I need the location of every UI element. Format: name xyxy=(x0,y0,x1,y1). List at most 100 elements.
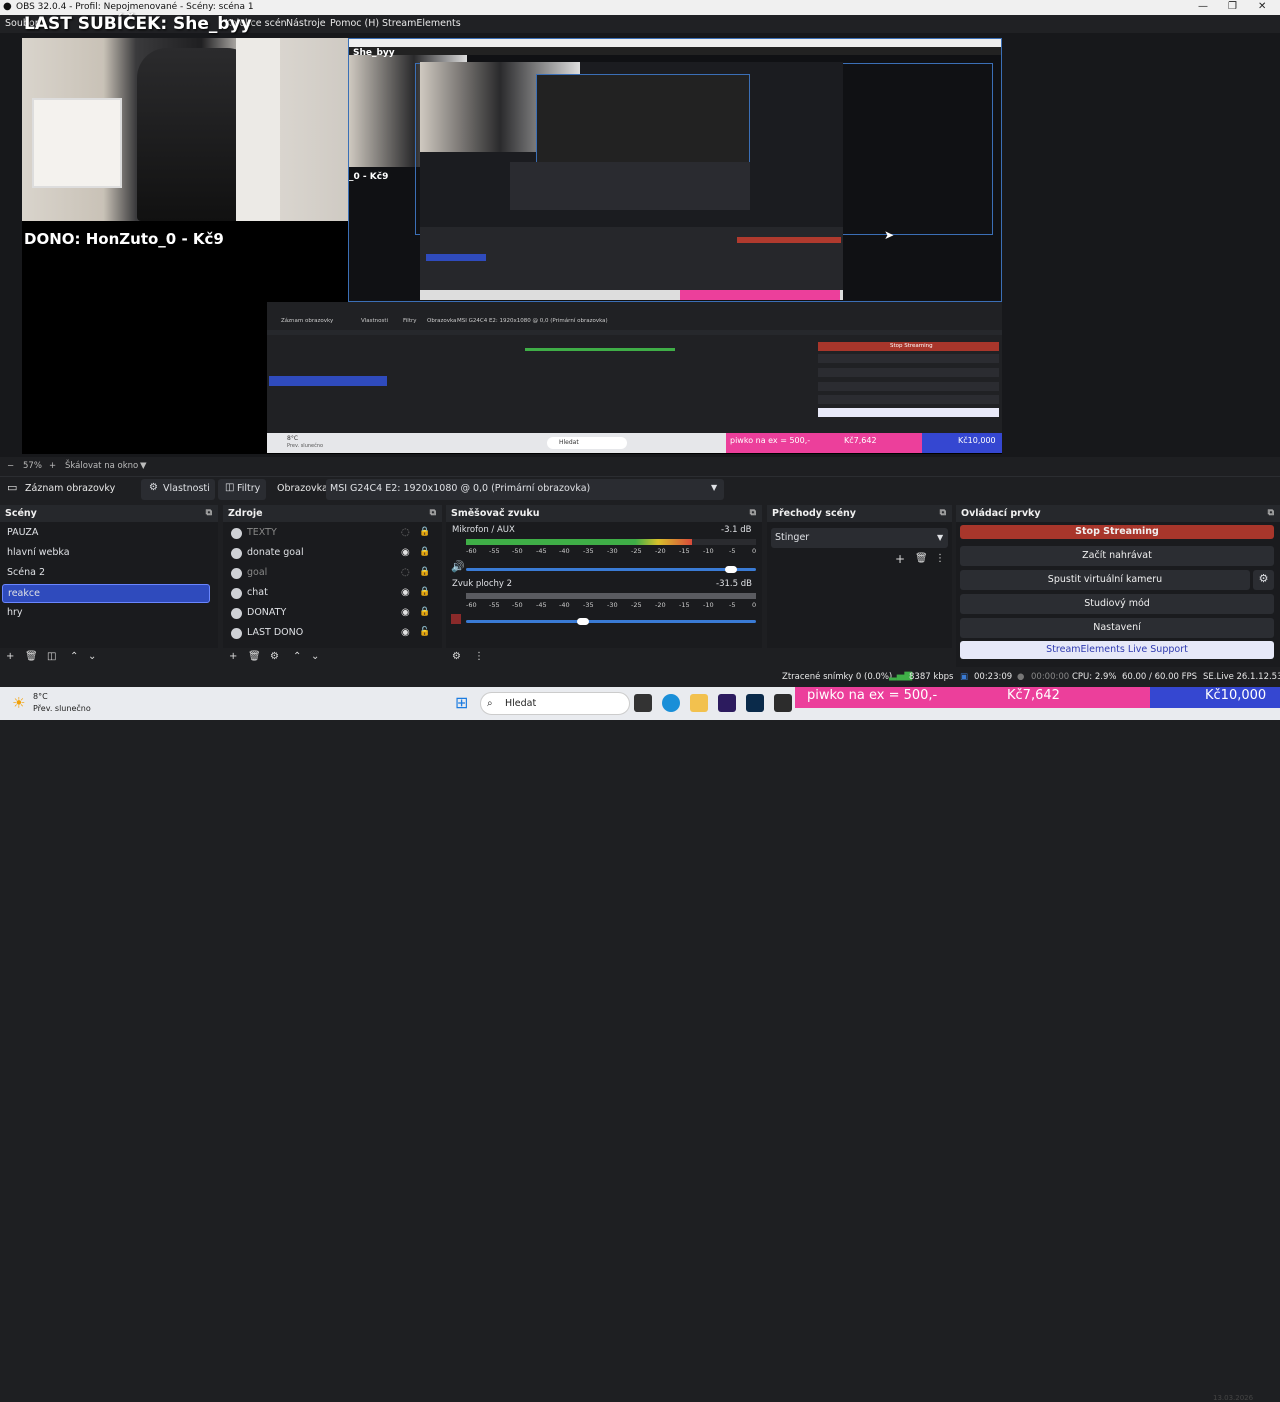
live-icon: ▣ xyxy=(960,672,969,682)
stop-streaming-button[interactable]: Stop Streaming xyxy=(960,525,1274,539)
lock-icon[interactable]: 🔒 xyxy=(419,607,430,617)
file-explorer-icon[interactable] xyxy=(690,694,708,712)
move-up-icon[interactable]: ⌃ xyxy=(70,651,78,662)
meter-fill xyxy=(466,539,693,545)
properties-button[interactable]: ⚙ Vlastnosti xyxy=(141,479,215,500)
volume-knob[interactable] xyxy=(724,566,737,573)
source-item[interactable]: TEXTY ◌ 🔒 xyxy=(227,524,437,544)
start-recording-button[interactable]: Začít nahrávat xyxy=(960,546,1274,566)
edge-icon[interactable] xyxy=(662,694,680,712)
trash-icon[interactable]: 🗑 xyxy=(248,651,261,662)
streamelements-support-button[interactable]: StreamElements Live Support xyxy=(960,641,1274,659)
transitions-title: Přechody scény xyxy=(772,508,856,519)
source-item[interactable]: LAST DONO ◉ 🔓 xyxy=(227,624,437,644)
close-button[interactable]: ✕ xyxy=(1258,1,1266,12)
scene-item[interactable]: hry xyxy=(2,604,210,623)
scale-tick: -20 xyxy=(655,547,666,555)
menu-streamelements[interactable]: StreamElements xyxy=(382,18,461,29)
dock-icon[interactable]: ⧉ xyxy=(750,508,756,518)
add-icon[interactable]: + xyxy=(895,552,905,566)
windows-start-icon[interactable]: ⊞ xyxy=(455,693,468,712)
filter-icon[interactable]: ◫ xyxy=(47,651,56,662)
webcam-window xyxy=(32,98,122,188)
app-icon[interactable] xyxy=(774,694,792,712)
dock-icon[interactable]: ⧉ xyxy=(430,508,436,518)
fps: 60.00 / 60.00 FPS xyxy=(1122,672,1198,682)
settings-button[interactable]: Nastavení xyxy=(960,618,1274,638)
menu-help[interactable]: Pomoc (H) xyxy=(330,18,379,29)
eye-icon[interactable]: ◉ xyxy=(401,587,410,598)
search-icon: ⌕ xyxy=(487,698,493,709)
audio-mixer-panel: Směšovač zvuku ⧉ Mikrofon / AUX -3.1 dB … xyxy=(446,505,762,667)
gear-icon[interactable]: ⚙ xyxy=(270,651,279,662)
virtual-camera-button[interactable]: Spustit virtuální kameru xyxy=(960,570,1250,590)
nested2-stop xyxy=(737,237,841,243)
nested-screen: Obrazovka xyxy=(427,318,457,324)
gear-icon[interactable]: ⚙ xyxy=(452,651,461,662)
volume-slider[interactable] xyxy=(466,618,756,625)
dock-icon[interactable]: ⧉ xyxy=(1268,508,1274,518)
filters-button[interactable]: ◫ Filtry xyxy=(218,479,266,500)
eye-icon[interactable]: ◉ xyxy=(401,607,410,618)
scene-item-selected[interactable]: reakce xyxy=(2,584,210,603)
add-icon[interactable]: + xyxy=(6,651,14,662)
move-down-icon[interactable]: ⌄ xyxy=(88,651,96,662)
nested-title: She_byy xyxy=(353,48,395,58)
virtual-camera-settings-gear-icon[interactable]: ⚙ xyxy=(1253,570,1274,590)
lock-icon[interactable]: 🔒 xyxy=(419,547,430,557)
scale-mode-dropdown-icon[interactable]: ▼ xyxy=(140,461,147,471)
browser-source-icon xyxy=(231,588,242,599)
unlock-icon[interactable]: 🔓 xyxy=(419,627,430,637)
scale-tick: -40 xyxy=(559,547,570,555)
photoshop-icon[interactable] xyxy=(746,694,764,712)
eye-icon[interactable]: ◉ xyxy=(401,547,410,558)
trash-icon[interactable]: 🗑 xyxy=(25,651,38,662)
stop-streaming-label: Stop Streaming xyxy=(1075,526,1159,537)
eye-icon[interactable]: ◉ xyxy=(401,627,410,638)
nested-donate-text: piwko na ex = 500,- xyxy=(730,436,811,445)
mouse-cursor-icon: ➤ xyxy=(884,228,895,242)
lock-icon[interactable]: 🔒 xyxy=(419,567,430,577)
more-icon[interactable]: ⋮ xyxy=(935,553,945,564)
scene-item[interactable]: hlavní webka xyxy=(2,544,210,563)
donation-goal-bar: piwko na ex = 500,- Kč7,642 Kč10,000 xyxy=(795,687,1280,708)
source-item[interactable]: chat ◉ 🔒 xyxy=(227,584,437,604)
lock-icon[interactable]: 🔒 xyxy=(419,527,430,537)
premiere-icon[interactable] xyxy=(718,694,736,712)
eye-hidden-icon[interactable]: ◌ xyxy=(401,567,410,578)
sources-list: TEXTY ◌ 🔒 donate goal ◉ 🔒 goal ◌ 🔒 chat … xyxy=(223,522,442,648)
dock-icon[interactable]: ⧉ xyxy=(206,508,212,518)
move-up-icon[interactable]: ⌃ xyxy=(293,651,301,662)
more-icon[interactable]: ⋮ xyxy=(474,651,484,662)
volume-knob[interactable] xyxy=(577,618,590,625)
studio-mode-button[interactable]: Studiový mód xyxy=(960,594,1274,614)
move-down-icon[interactable]: ⌄ xyxy=(311,651,319,662)
add-icon[interactable]: + xyxy=(229,651,237,662)
source-item[interactable]: donate goal ◉ 🔒 xyxy=(227,544,437,564)
scale-tick: -55 xyxy=(489,547,500,555)
maximize-button[interactable]: ❐ xyxy=(1228,1,1237,12)
transition-select[interactable]: Stinger ▼ xyxy=(771,528,948,548)
source-item[interactable]: DONATY ◉ 🔒 xyxy=(227,604,437,624)
trash-icon[interactable]: 🗑 xyxy=(915,553,928,564)
lock-icon[interactable]: 🔒 xyxy=(419,587,430,597)
speaker-icon[interactable]: 🔊 xyxy=(451,560,465,573)
scale-mode[interactable]: Škálovat na okno xyxy=(65,461,138,471)
zoom-out-button[interactable]: − xyxy=(7,461,14,471)
taskbar-search[interactable]: ⌕ Hledat xyxy=(480,692,630,715)
controls-body: Stop Streaming Začít nahrávat Spustit vi… xyxy=(956,522,1280,667)
scene-item[interactable]: PAUZA xyxy=(2,524,210,543)
eye-hidden-icon[interactable]: ◌ xyxy=(401,527,410,538)
scale-tick: -20 xyxy=(655,601,666,609)
volume-slider[interactable] xyxy=(466,566,756,573)
source-item[interactable]: goal ◌ 🔒 xyxy=(227,564,437,584)
display-select[interactable]: MSI G24C4 E2: 1920x1080 @ 0,0 (Primární … xyxy=(326,479,724,500)
task-view-icon[interactable] xyxy=(634,694,652,712)
dock-icon[interactable]: ⧉ xyxy=(940,508,946,518)
channel-meter xyxy=(466,593,756,599)
zoom-in-button[interactable]: + xyxy=(49,461,56,471)
menu-tools[interactable]: Nástroje xyxy=(286,18,326,29)
speaker-muted-icon[interactable] xyxy=(451,614,461,624)
minimize-button[interactable]: — xyxy=(1198,1,1208,12)
scene-item[interactable]: Scéna 2 xyxy=(2,564,210,583)
